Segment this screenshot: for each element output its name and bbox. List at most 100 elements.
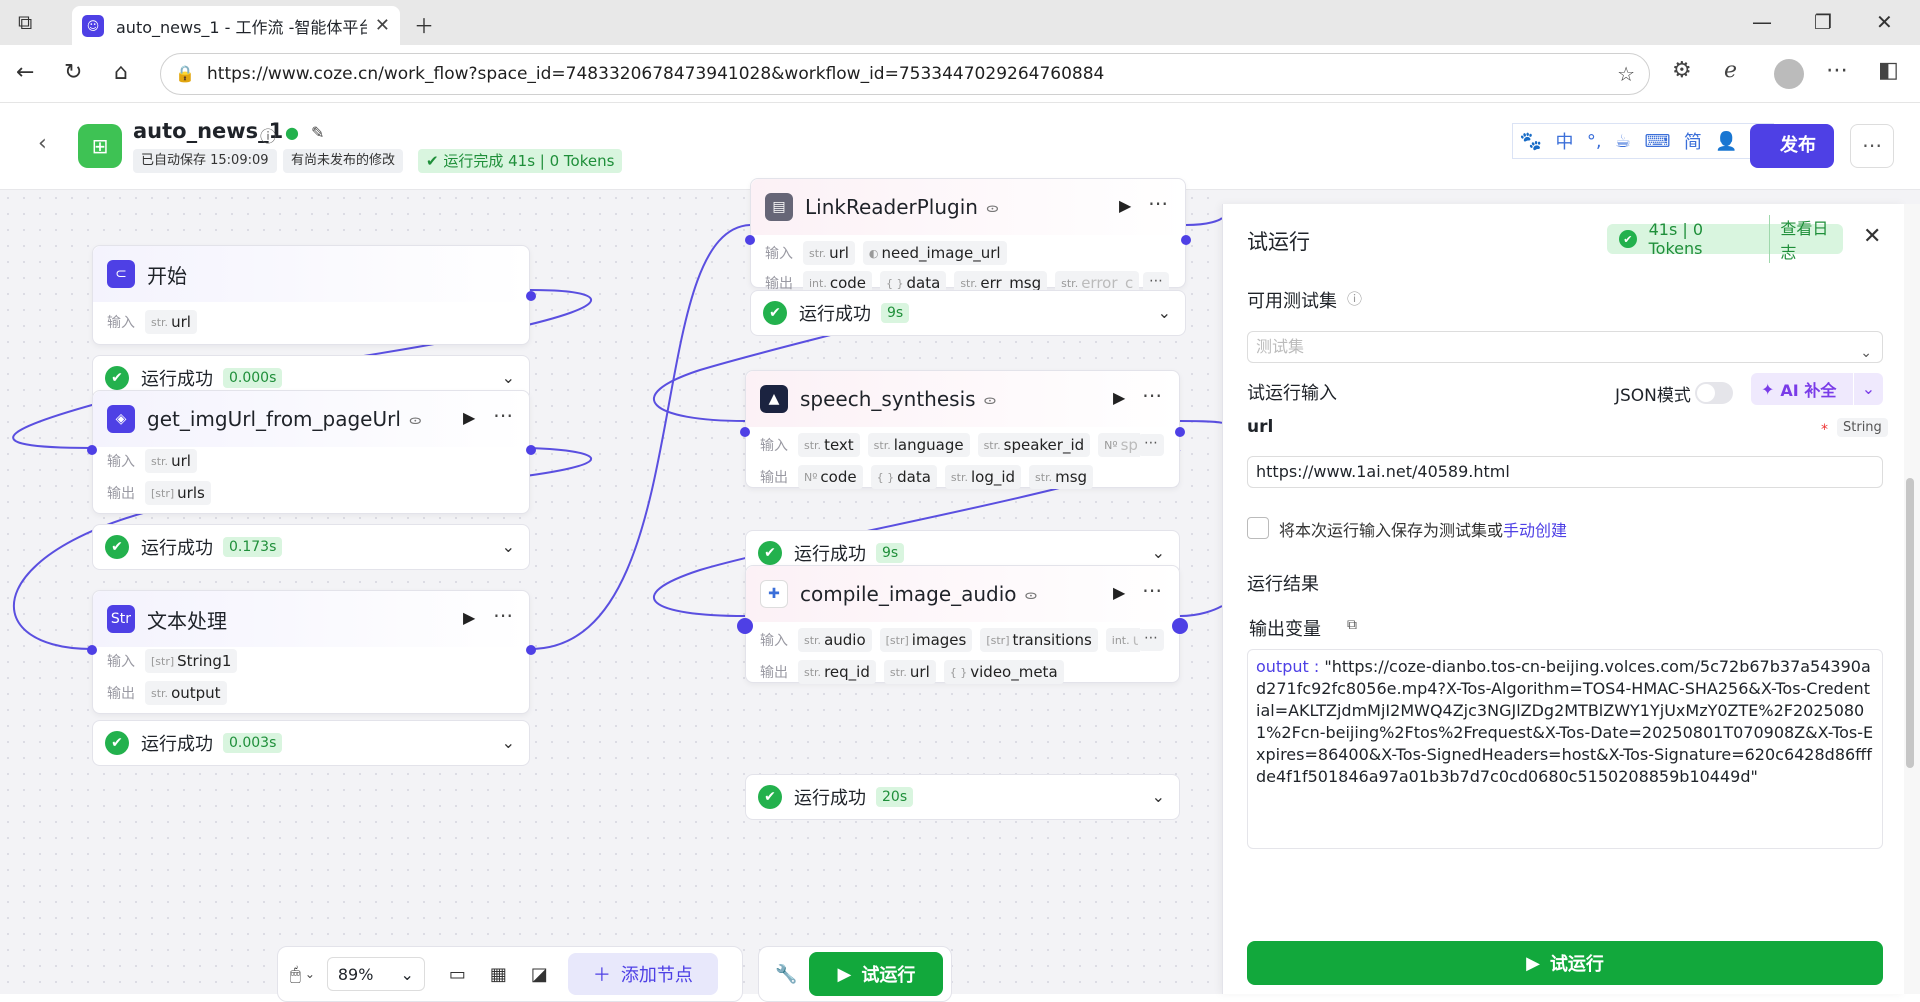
ime-paw-icon[interactable]: 🐾 [1520, 131, 1542, 152]
close-window-icon[interactable]: ✕ [1876, 10, 1893, 34]
chevron-down-icon[interactable]: ⌄ [502, 368, 515, 387]
new-tab-icon[interactable]: ＋ [414, 10, 434, 39]
param-pill: int.ur [1105, 628, 1140, 652]
play-icon: ▶ [1526, 952, 1540, 974]
output-port[interactable] [1181, 235, 1191, 245]
more-icon[interactable]: ⋯ [1148, 191, 1169, 215]
chevron-down-icon[interactable]: ⌄ [305, 967, 315, 981]
close-tab-icon[interactable]: ✕ [375, 15, 390, 36]
node-link-reader[interactable]: ▤ LinkReaderPlugin ᯣ ▶ ⋯ 输入 str. url ◐ need_im… [745, 178, 1191, 295]
output-port[interactable] [526, 445, 536, 455]
copy-icon[interactable]: ⧉ [1347, 617, 1357, 633]
node-text-processing[interactable]: Str 文本处理 ▶ ⋯ 输入 [str] String1 输出 str. output [87, 590, 536, 714]
comment-icon[interactable]: ▭ [449, 964, 466, 985]
status-bar[interactable]: ✔ 运行成功 0.003s ⌄ [92, 720, 530, 766]
manual-create-link[interactable]: 手动创建 [1503, 521, 1567, 540]
ai-fill-button[interactable]: ✦ AI 补全 ⌄ [1751, 373, 1883, 405]
info-icon[interactable]: ⓘ [260, 123, 276, 147]
profile-avatar[interactable] [1774, 59, 1804, 89]
minimize-icon[interactable]: — [1752, 10, 1772, 34]
more-icon[interactable]: ⋯ [493, 603, 514, 627]
play-icon[interactable]: ▶ [1113, 388, 1125, 407]
sidebar-toggle-icon[interactable]: ◧ [1878, 58, 1899, 83]
panel-scrollbar-thumb[interactable] [1906, 478, 1914, 768]
more-icon[interactable]: ⋯ [1142, 383, 1163, 407]
ime-toolbar: 🐾 中 °, ☕ ⌨ 简 👤 ⊞ [1512, 123, 1774, 159]
chevron-down-icon[interactable]: ⌄ [502, 733, 515, 752]
wrench-icon[interactable]: 🔧 [775, 964, 797, 985]
ime-cup-icon[interactable]: ☕ [1615, 131, 1631, 152]
restore-icon[interactable]: ❐ [1814, 10, 1832, 34]
more-icon[interactable]: ⋯ [493, 403, 514, 427]
status-bar[interactable]: ✔ 运行成功 0.173s ⌄ [92, 524, 530, 570]
edit-icon[interactable]: ✎ [311, 123, 324, 142]
browser-tab[interactable]: ☺ auto_news_1 - 工作流 -智能体平台 ✕ [72, 6, 400, 45]
publish-button[interactable]: 发布 [1750, 124, 1834, 168]
ime-punct-icon[interactable]: °, [1587, 131, 1602, 152]
input-port[interactable] [737, 618, 753, 634]
test-run-button[interactable]: ▶ 试运行 [809, 952, 944, 996]
node-speech-synthesis[interactable]: ▲ speech_synthesis ᯣ ▶ ⋯ 输入 str. text str. lan… [740, 370, 1185, 489]
testset-select[interactable]: 测试集 ⌄ [1247, 331, 1883, 363]
more-options-button[interactable]: ⋯ [1850, 124, 1894, 168]
chevron-down-icon[interactable]: ⌄ [502, 537, 515, 556]
info-icon[interactable]: ⓘ [1347, 288, 1362, 309]
layout-icon[interactable]: ▦ [490, 964, 507, 985]
url-text: https://www.coze.cn/work_flow?space_id=7… [207, 64, 1105, 84]
favorite-star-icon[interactable]: ☆ [1617, 62, 1635, 86]
node-start[interactable]: ⊂ 开始 输入 str. url [92, 245, 536, 345]
url-field-label: url [1247, 417, 1274, 437]
ime-user-icon[interactable]: 👤 [1715, 131, 1737, 152]
input-port[interactable] [87, 445, 97, 455]
play-icon[interactable]: ▶ [463, 408, 475, 427]
back-icon[interactable]: ← [16, 60, 34, 85]
play-icon[interactable]: ▶ [1119, 196, 1131, 215]
back-arrow-icon[interactable]: ‹ [38, 131, 47, 156]
input-port[interactable] [740, 427, 750, 437]
ime-chinese-icon[interactable]: 中 [1556, 128, 1574, 154]
minimap-icon[interactable]: ◪ [531, 964, 548, 985]
lock-icon[interactable]: 🔒 [175, 64, 195, 83]
input-port[interactable] [87, 645, 97, 655]
ime-keyboard-icon[interactable]: ⌨ [1645, 131, 1671, 152]
ime-simplified-icon[interactable]: 简 [1684, 128, 1702, 154]
url-field[interactable]: 🔒 https://www.coze.cn/work_flow?space_id… [160, 53, 1650, 95]
json-mode-toggle[interactable] [1695, 382, 1733, 404]
close-icon[interactable]: ✕ [1863, 224, 1881, 249]
more-icon[interactable]: ⋯ [1142, 578, 1163, 602]
output-port[interactable] [1175, 427, 1185, 437]
play-icon[interactable]: ▶ [1113, 583, 1125, 602]
browser-menu-icon[interactable]: ⋯ [1826, 58, 1848, 83]
node-compile-image-audio[interactable]: ✚ compile_image_audio ᯣ ▶ ⋯ 输入 str. audio [st… [737, 565, 1188, 684]
home-icon[interactable]: ⌂ [114, 60, 128, 85]
mouse-mode-icon[interactable]: 🖱 [290, 964, 301, 985]
chevron-down-icon[interactable]: ⌄ [1152, 543, 1165, 562]
chevron-down-icon[interactable]: ⌄ [1158, 303, 1171, 322]
save-testset-checkbox[interactable] [1247, 517, 1269, 539]
zoom-select[interactable]: 89% ⌄ [326, 957, 425, 991]
reload-icon[interactable]: ↻ [64, 60, 82, 85]
chevron-down-icon[interactable]: ⌄ [1853, 373, 1883, 405]
extensions-icon[interactable]: ⚙ [1672, 58, 1692, 83]
status-bar[interactable]: ✔ 运行成功 20s ⌄ [745, 774, 1180, 820]
workflow-canvas[interactable]: ⊂ 开始 输入 str. url ✔ 运行成功 0.000s ⌄ ◈ get_imgUrl_f… [0, 178, 1222, 994]
more-params-button[interactable]: ⋯ [1138, 434, 1164, 456]
url-input[interactable]: https://www.1ai.net/40589.html [1247, 456, 1883, 488]
output-port[interactable] [526, 291, 536, 301]
output-port[interactable] [1172, 618, 1188, 634]
play-icon[interactable]: ▶ [463, 608, 475, 627]
chevron-down-icon[interactable]: ⌄ [1152, 787, 1165, 806]
ie-mode-icon[interactable]: ℯ [1724, 58, 1737, 83]
input-port[interactable] [745, 235, 755, 245]
status-bar[interactable]: ✔ 运行成功 9s ⌄ [750, 290, 1186, 336]
more-params-button[interactable]: ⋯ [1138, 629, 1164, 651]
add-node-button[interactable]: ＋ 添加节点 [567, 953, 718, 995]
view-log-link[interactable]: 查看日志 [1769, 215, 1843, 263]
output-label: 输出 [107, 686, 135, 702]
panel-test-run-button[interactable]: ▶ 试运行 [1247, 941, 1883, 985]
node-title: speech_synthesis [800, 387, 976, 411]
node-get-imgurl[interactable]: ◈ get_imgUrl_from_pageUrl ᯣ ▶ ⋯ 输入 str. url … [87, 390, 536, 514]
output-port[interactable] [526, 645, 536, 655]
duration-badge: 0.000s [223, 368, 283, 388]
tab-actions-icon[interactable]: ⧉ [18, 10, 32, 34]
